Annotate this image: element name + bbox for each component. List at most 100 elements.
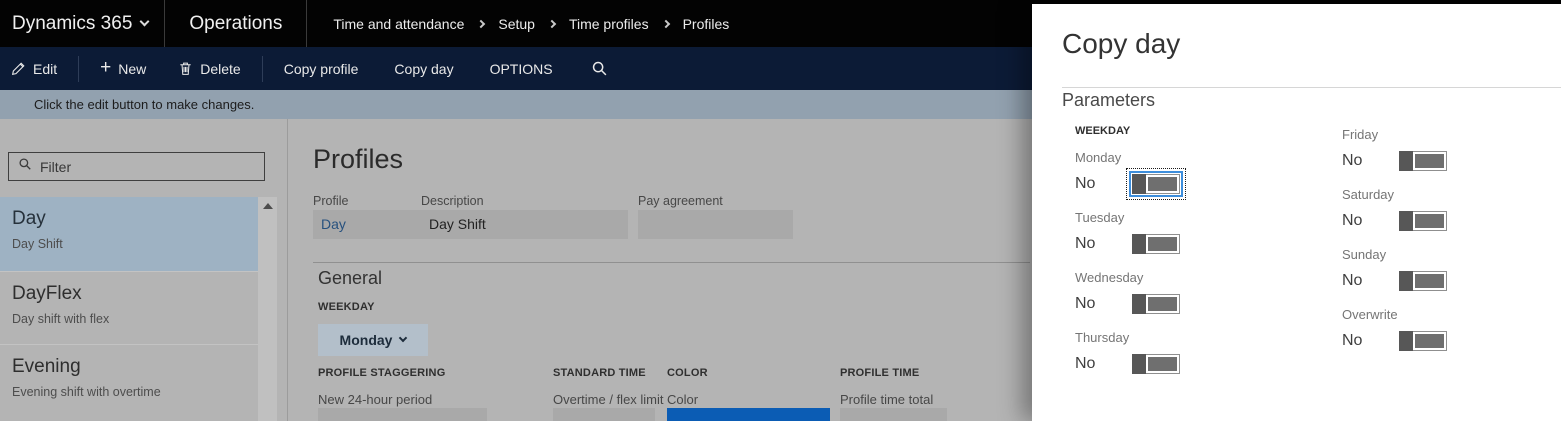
description-field[interactable]: Day Shift (421, 210, 628, 239)
general-section-header[interactable]: General (318, 268, 382, 289)
profile-time-total-label: Profile time total (840, 392, 934, 407)
new-24-hour-period-label: New 24-hour period (318, 392, 433, 407)
toggle-overwrite-value: No (1342, 332, 1363, 349)
list-item-evening[interactable]: Evening Evening shift with overtime (0, 345, 258, 421)
toggle-friday-label: Friday (1342, 127, 1379, 142)
breadcrumb-item-module[interactable]: Time and attendance (333, 16, 464, 32)
toggle-row-saturday: Saturday No (1342, 187, 1561, 234)
weekday-select[interactable]: Monday (318, 324, 428, 356)
toggle-row-tuesday: Tuesday No (1075, 210, 1315, 257)
chevron-down-icon (399, 333, 408, 343)
profile-time-group-header: PROFILE TIME (840, 367, 920, 379)
search-button[interactable] (580, 47, 619, 90)
scrollbar[interactable] (258, 197, 277, 421)
description-field-label: Description (421, 194, 484, 208)
overtime-flex-limit-field[interactable] (553, 408, 655, 421)
toggle-row-monday: Monday No (1075, 150, 1315, 200)
copy-day-button[interactable]: Copy day (383, 47, 464, 90)
toggle-thursday-value: No (1075, 355, 1096, 372)
toggle-overwrite[interactable] (1399, 331, 1447, 351)
list-item-title: Evening (12, 356, 81, 377)
breadcrumb-item-time-profiles[interactable]: Time profiles (569, 16, 649, 32)
divider (1062, 87, 1561, 88)
divider (261, 55, 263, 82)
color-group-header: COLOR (667, 367, 708, 379)
search-icon (591, 60, 608, 77)
breadcrumb-item-profiles[interactable]: Profiles (683, 16, 730, 32)
toggle-wednesday-label: Wednesday (1075, 270, 1144, 285)
page-title: Profiles (313, 144, 404, 174)
new-button-label: New (118, 60, 147, 77)
filter-placeholder: Filter (40, 158, 72, 175)
breadcrumb-item-setup[interactable]: Setup (498, 16, 535, 32)
list-item-subtitle: Day shift with flex (12, 312, 110, 326)
app-launcher[interactable]: Dynamics 365 (0, 0, 164, 47)
breadcrumb-chevron-icon (477, 19, 486, 29)
brand-label: Dynamics 365 (12, 12, 133, 34)
delete-button[interactable]: Delete (167, 47, 251, 90)
new-button[interactable]: + New (89, 47, 157, 90)
toggle-row-thursday: Thursday No (1075, 330, 1315, 377)
profile-time-total-field[interactable] (840, 408, 947, 421)
trash-icon (178, 61, 193, 76)
weekday-group-header: WEEKDAY (318, 301, 375, 313)
list-item-subtitle: Evening shift with overtime (12, 385, 161, 399)
toggle-row-overwrite: Overwrite No (1342, 307, 1561, 354)
pay-agreement-field[interactable] (638, 210, 793, 239)
toggle-thursday[interactable] (1132, 354, 1180, 374)
toggle-tuesday-value: No (1075, 235, 1096, 252)
app-name[interactable]: Operations (165, 0, 306, 47)
edit-button[interactable]: Edit (0, 47, 68, 90)
parameters-section-header[interactable]: Parameters (1062, 90, 1155, 111)
edit-button-label: Edit (33, 60, 58, 77)
divider (287, 119, 288, 421)
toggle-saturday-label: Saturday (1342, 187, 1395, 202)
toggle-tuesday-label: Tuesday (1075, 210, 1125, 225)
breadcrumb-chevron-icon (547, 19, 557, 29)
chevron-down-icon (139, 16, 150, 27)
copy-day-dialog: Copy day Parameters WEEKDAY Monday No Tu… (1032, 4, 1561, 421)
toggle-friday-value: No (1342, 152, 1363, 169)
toggle-monday-label: Monday (1075, 150, 1122, 165)
delete-button-label: Delete (200, 60, 241, 77)
toggle-wednesday[interactable] (1132, 294, 1180, 314)
color-label: Color (667, 392, 699, 407)
copy-profile-button[interactable]: Copy profile (273, 47, 370, 90)
filter-input[interactable]: Filter (8, 152, 265, 181)
pay-agreement-field-label: Pay agreement (638, 194, 723, 208)
toggle-sunday-label: Sunday (1342, 247, 1387, 262)
list-item-dayflex[interactable]: DayFlex Day shift with flex (0, 272, 258, 345)
search-icon (18, 157, 32, 176)
list-item-title: Day (12, 208, 46, 229)
toggle-saturday[interactable] (1399, 211, 1447, 231)
toggle-friday[interactable] (1399, 151, 1447, 171)
list-item-title: DayFlex (12, 283, 82, 304)
overtime-flex-limit-label: Overtime / flex limit (553, 392, 664, 407)
toggle-sunday[interactable] (1399, 271, 1447, 291)
scroll-up-button[interactable] (258, 197, 277, 214)
dialog-title: Copy day (1062, 28, 1181, 59)
profile-field[interactable]: Day (313, 210, 430, 239)
toggle-wednesday-value: No (1075, 295, 1096, 312)
profile-link[interactable]: Day (321, 216, 346, 232)
breadcrumb-chevron-icon (661, 19, 670, 29)
new-24-hour-period-field[interactable] (318, 408, 487, 421)
options-menu[interactable]: OPTIONS (479, 47, 564, 90)
profile-staggering-group-header: PROFILE STAGGERING (318, 367, 446, 379)
weekday-select-value: Monday (339, 332, 393, 348)
plus-icon: + (100, 57, 112, 78)
divider (78, 55, 80, 82)
list-item-day[interactable]: Day Day Shift (0, 197, 258, 272)
divider (313, 262, 1030, 263)
triangle-up-icon (262, 202, 273, 209)
color-field[interactable] (667, 408, 830, 421)
toggle-monday-value: No (1075, 175, 1096, 192)
pencil-icon (11, 61, 26, 76)
standard-time-group-header: STANDARD TIME (553, 367, 646, 379)
toggle-tuesday[interactable] (1132, 234, 1180, 254)
toggle-saturday-value: No (1342, 212, 1363, 229)
toggle-thursday-label: Thursday (1075, 330, 1130, 345)
toggle-sunday-value: No (1342, 272, 1363, 289)
toggle-monday[interactable] (1132, 174, 1180, 194)
toggle-row-wednesday: Wednesday No (1075, 270, 1315, 317)
